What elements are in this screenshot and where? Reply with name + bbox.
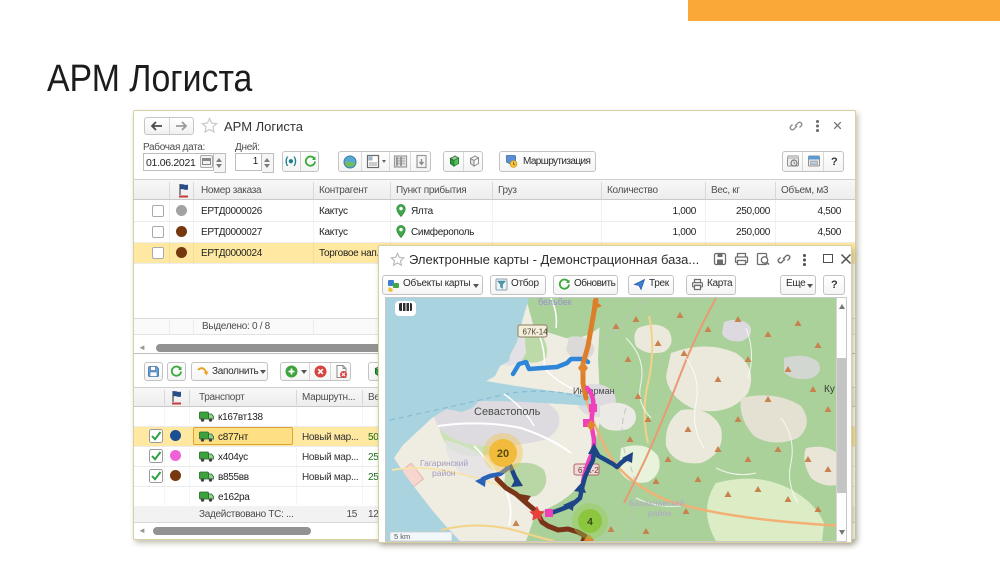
svg-text:Ку: Ку xyxy=(824,384,835,395)
svg-text:5 km: 5 km xyxy=(394,532,410,541)
svg-text:Балаклавский: Балаклавский xyxy=(629,498,685,508)
svg-text:район: район xyxy=(432,468,456,478)
svg-text:Гагаринский: Гагаринский xyxy=(420,458,468,468)
svg-text:район: район xyxy=(648,508,672,518)
svg-text:67К-14: 67К-14 xyxy=(523,328,549,337)
svg-text:бельбек: бельбек xyxy=(538,298,572,307)
svg-text:20: 20 xyxy=(497,448,509,460)
svg-text:4: 4 xyxy=(587,517,593,528)
svg-text:Севастополь: Севастополь xyxy=(474,406,541,418)
